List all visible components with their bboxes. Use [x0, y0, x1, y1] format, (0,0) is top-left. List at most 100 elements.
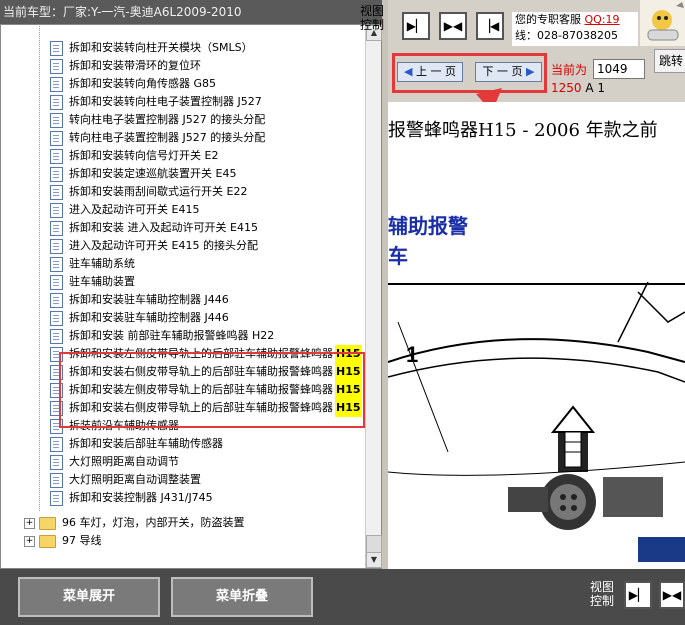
document-icon — [50, 148, 63, 164]
tree-item[interactable]: 拆卸和安装雨刮间歇式运行开关 E22 — [50, 183, 247, 201]
tree-item[interactable]: 进入及起动许可开关 E415 的接头分配 — [50, 237, 258, 255]
arrow-right-bar-icon: ▶▏ — [406, 19, 426, 33]
jump-button[interactable]: 跳转 — [654, 49, 685, 73]
tree-item-label: 拆卸和安装带滑环的复位环 — [69, 59, 201, 72]
show-tree-button[interactable]: ▶▏ — [402, 12, 430, 40]
document-icon — [50, 166, 63, 182]
tree-item[interactable]: 拆卸和安装 进入及起动许可开关 E415 — [50, 219, 258, 237]
tree-item[interactable]: 驻车辅助装置 — [50, 273, 135, 291]
document-icon — [50, 472, 63, 488]
next-page-button[interactable]: 下 一 页 ▶ — [475, 62, 542, 82]
split-view-button[interactable]: ▶◀ — [439, 12, 467, 40]
car-model-label: 当前车型：厂家:Y-一汽-奥迪A6L2009-2010 — [0, 0, 388, 24]
expand-plus-icon[interactable]: + — [24, 535, 35, 547]
tree-item-label: 拆卸和安装控制器 J431/J745 — [69, 491, 213, 504]
tree-folder[interactable]: +97 导线 — [24, 532, 102, 550]
view-control-bottom-line2: 控制 — [590, 594, 615, 608]
document-icon — [50, 238, 63, 254]
document-icon — [50, 112, 63, 128]
next-page-label: 下 一 页 — [482, 65, 523, 78]
view-control-bottom-line1: 视图 — [590, 580, 615, 594]
document-icon — [50, 436, 63, 452]
tree-item[interactable]: 拆卸和安装转向柱电子装置控制器 J527 — [50, 93, 262, 111]
tree-item[interactable]: 拆卸和安装 前部驻车辅助报警蜂鸣器 H22 — [50, 327, 274, 345]
document-icon — [50, 130, 63, 146]
service-label: 您的专职客服 — [515, 13, 581, 26]
document-icon — [50, 490, 63, 506]
tree-item-label: 转向柱电子装置控制器 J527 的接头分配 — [69, 131, 266, 144]
diagram-callout-1: 1 — [406, 342, 418, 367]
arrow-left-bar-icon: ▕◀ — [480, 19, 500, 33]
document-icon — [50, 202, 63, 218]
view-control-line2: 控制 — [360, 18, 385, 32]
current-page-label: 当前为 — [551, 63, 588, 77]
tree-item-label: 转向柱电子装置控制器 J527 的接头分配 — [69, 113, 266, 126]
tree-item-label: 拆卸和安装转向角传感器 G85 — [69, 77, 217, 90]
document-icon — [50, 292, 63, 308]
split-view-button-bottom[interactable]: ▶◀ — [659, 581, 685, 609]
tree-item-label: 驻车辅助装置 — [69, 275, 135, 288]
expand-plus-icon[interactable]: + — [24, 517, 35, 529]
tree-item-label: 拆卸和安装雨刮间歇式运行开关 E22 — [69, 185, 248, 198]
tree-item[interactable]: 大灯照明距离自动调节 — [50, 453, 179, 471]
collapse-menu-button[interactable]: 菜单折叠 — [171, 577, 313, 617]
tree-item[interactable]: 驻车辅助系统 — [50, 255, 135, 273]
tree-item[interactable]: 拆卸和安装控制器 J431/J745 — [50, 489, 213, 507]
folder-icon — [39, 516, 56, 530]
content-subheading: 辅助报警 — [388, 214, 468, 238]
page-number-input[interactable]: 1049 — [593, 59, 645, 79]
tree-item-label: 驻车辅助系统 — [69, 257, 135, 270]
tree-item-label: 进入及起动许可开关 E415 — [69, 203, 200, 216]
page-suffix: A 1 — [585, 81, 606, 95]
split-arrows-icon: ▶◀ — [662, 588, 682, 602]
tree-item[interactable]: 拆卸和安装驻车辅助控制器 J446 — [50, 291, 229, 309]
tree-scrollbar[interactable]: ▲ ▼ — [365, 25, 382, 568]
tree-item-label: 拆卸和安装转向柱电子装置控制器 J527 — [69, 95, 262, 108]
tree-item-label: 拆卸和安装驻车辅助控制器 J446 — [69, 311, 229, 324]
prev-page-label: 上 一 页 — [415, 65, 456, 78]
tree-item[interactable]: 转向柱电子装置控制器 J527 的接头分配 — [50, 129, 265, 147]
document-icon — [50, 310, 63, 326]
tree-item[interactable]: 拆卸和安装后部驻车辅助传感器 — [50, 435, 223, 453]
tree-folder[interactable]: +96 车灯，灯泡，内部开关，防盗装置 — [24, 514, 245, 532]
mascot-logo — [640, 0, 685, 46]
arrow-right-bar-icon: ▶▏ — [628, 588, 648, 602]
split-arrows-icon: ▶◀ — [443, 19, 463, 33]
hide-tree-button[interactable]: ▕◀ — [476, 12, 504, 40]
scroll-down-icon[interactable]: ▼ — [366, 552, 382, 568]
tree-item-label: 拆卸和安装驻车辅助控制器 J446 — [69, 293, 229, 306]
document-icon — [50, 220, 63, 236]
prev-arrow-icon: ◀ — [404, 65, 413, 78]
document-icon — [50, 328, 63, 344]
service-qq-link[interactable]: QQ:19 — [585, 13, 620, 26]
tree-item[interactable]: 拆卸和安装转向柱开关模块（SMLS） — [50, 39, 253, 57]
tree-item-label: 大灯照明距离自动调整装置 — [69, 473, 201, 486]
tree-item[interactable]: 拆卸和安装转向信号灯开关 E2 — [50, 147, 218, 165]
total-pages: 1250 A 1 — [551, 81, 605, 95]
scroll-thumb[interactable] — [366, 535, 382, 553]
tree-item-label: 拆卸和安装转向柱开关模块（SMLS） — [69, 41, 253, 54]
tree-guide-line — [39, 26, 40, 512]
next-arrow-icon: ▶ — [526, 65, 535, 78]
tree-item[interactable]: 拆卸和安装驻车辅助控制器 J446 — [50, 309, 229, 327]
total-page-count: 1250 — [551, 81, 582, 95]
expand-menu-button[interactable]: 菜单展开 — [18, 577, 160, 617]
tree-item[interactable]: 拆卸和安装定速巡航装置开关 E45 — [50, 165, 236, 183]
view-control-label-bottom: 视图 控制 — [590, 580, 614, 608]
tree-item[interactable]: 大灯照明距离自动调整装置 — [50, 471, 201, 489]
tree-item[interactable]: 转向柱电子装置控制器 J527 的接头分配 — [50, 111, 265, 129]
content-heading: 报警蜂鸣器H15 - 2006 年款之前 — [388, 120, 658, 141]
tree-item[interactable]: 拆卸和安装带滑环的复位环 — [50, 57, 201, 75]
tree-item-label: 进入及起动许可开关 E415 的接头分配 — [69, 239, 258, 252]
service-phone: 线：028-87038205 — [515, 29, 618, 42]
repair-diagram: 1 — [387, 281, 685, 569]
prev-page-button[interactable]: ◀ 上 一 页 — [397, 62, 463, 82]
tree-folder-label: 97 导线 — [62, 534, 102, 547]
tree-item-label: 拆卸和安装后部驻车辅助传感器 — [69, 437, 223, 450]
document-icon — [50, 274, 63, 290]
tree-item[interactable]: 进入及起动许可开关 E415 — [50, 201, 199, 219]
folder-icon — [39, 534, 56, 548]
show-tree-button-bottom[interactable]: ▶▏ — [624, 581, 652, 609]
mascot-icon — [647, 2, 684, 41]
tree-item[interactable]: 拆卸和安装转向角传感器 G85 — [50, 75, 216, 93]
